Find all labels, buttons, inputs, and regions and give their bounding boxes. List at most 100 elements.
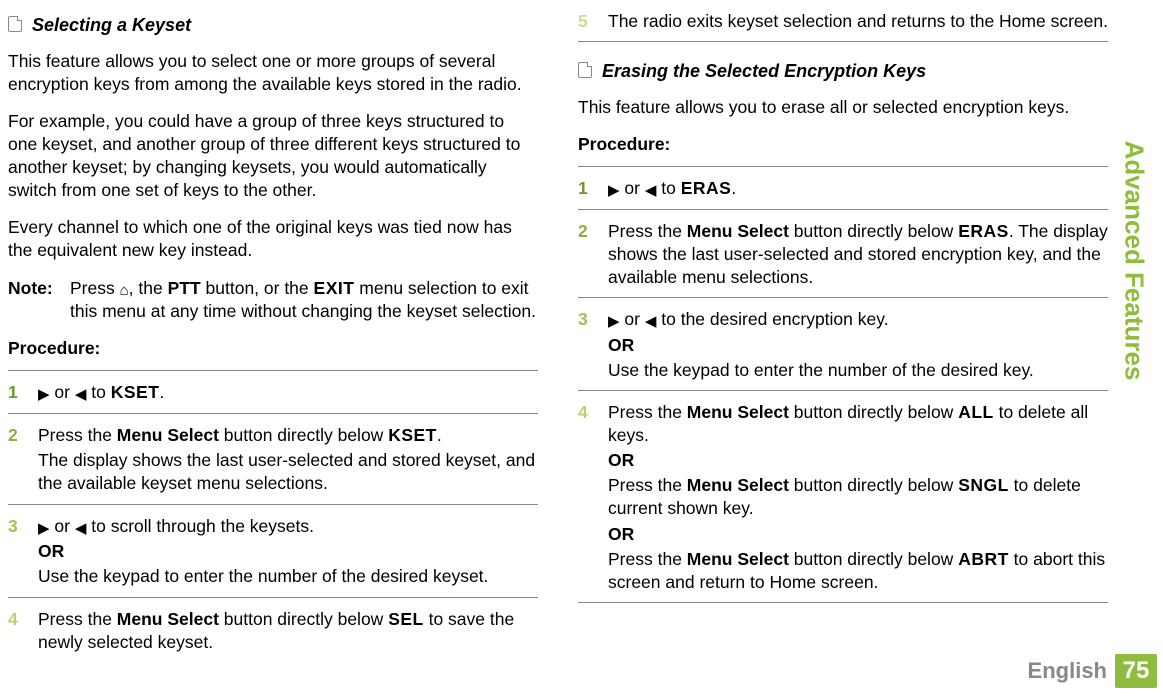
menu-sngl: SNGL [958, 475, 1009, 495]
paragraph: For example, you could have a group of t… [8, 110, 538, 202]
steps-list: 1 ▶ or ◀ to KSET. 2 Press the Menu Selec… [8, 381, 538, 661]
language-label: English [1028, 658, 1107, 684]
step: 2 Press the Menu Select button directly … [8, 424, 538, 504]
procedure-label: Procedure: [578, 133, 1108, 156]
page-content: Selecting a Keyset This feature allows y… [0, 0, 1163, 660]
note-icon [8, 16, 22, 32]
step-number: 2 [578, 220, 608, 289]
step: 3 ▶ or ◀ to scroll through the keysets. … [8, 515, 538, 598]
step: 5 The radio exits keyset selection and r… [578, 10, 1108, 42]
menu-kset: KSET [388, 425, 437, 445]
step-number: 4 [578, 401, 608, 594]
step-body: ▶ or ◀ to scroll through the keysets. OR… [38, 515, 538, 589]
text: button directly below [789, 402, 958, 422]
menu-abrt: ABRT [958, 549, 1009, 569]
divider [8, 370, 538, 371]
text: Press the [608, 402, 687, 422]
step-body: ▶ or ◀ to ERAS. [608, 177, 1108, 201]
text: button directly below [219, 425, 388, 445]
right-arrow-icon: ▶ [608, 312, 620, 332]
text: to the desired encryption key. [656, 309, 888, 329]
steps-list: 1 ▶ or ◀ to ERAS. 2 Press the Menu Selec… [578, 177, 1108, 603]
step-number: 2 [8, 424, 38, 495]
note-label: Note: [8, 277, 70, 324]
or-label: OR [608, 523, 1108, 546]
menu-all: ALL [958, 402, 994, 422]
right-arrow-icon: ▶ [608, 181, 620, 201]
step-number: 3 [578, 308, 608, 382]
step-subline: Use the keypad to enter the number of th… [608, 359, 1108, 382]
page-number: 75 [1115, 654, 1157, 688]
step-subline: Press the Menu Select button directly be… [608, 474, 1108, 520]
text: Press the [608, 221, 687, 241]
left-column: Selecting a Keyset This feature allows y… [8, 10, 538, 650]
or-label: OR [38, 540, 538, 563]
text: , the [129, 278, 168, 298]
left-arrow-icon: ◀ [75, 385, 87, 405]
text: . [159, 382, 164, 402]
text: to [656, 178, 680, 198]
left-arrow-icon: ◀ [645, 181, 657, 201]
step-number: 3 [8, 515, 38, 589]
text: or [620, 309, 645, 329]
text: Press the [608, 549, 687, 569]
step: 4 Press the Menu Select button directly … [8, 608, 538, 662]
right-column: 5 The radio exits keyset selection and r… [578, 10, 1108, 650]
step-body: ▶ or ◀ to KSET. [38, 381, 538, 405]
text: or [50, 516, 75, 536]
section-title-erasing-keys: Erasing the Selected Encryption Keys [578, 60, 1108, 84]
menu-eras: ERAS [681, 178, 732, 198]
menu-exit: EXIT [314, 278, 355, 298]
menu-select-label: Menu Select [687, 221, 789, 241]
menu-select-label: Menu Select [117, 609, 219, 629]
sidebar-title: Advanced Features [1119, 140, 1150, 380]
step: 1 ▶ or ◀ to KSET. [8, 381, 538, 414]
or-label: OR [608, 449, 1108, 472]
text: to [86, 382, 110, 402]
text: button directly below [219, 609, 388, 629]
step: 4 Press the Menu Select button directly … [578, 401, 1108, 603]
text: button directly below [789, 221, 958, 241]
step-body: Press the Menu Select button directly be… [608, 220, 1108, 289]
step-subline: Use the keypad to enter the number of th… [38, 565, 538, 588]
paragraph: Every channel to which one of the origin… [8, 216, 538, 262]
ptt-label: PTT [168, 278, 201, 298]
sidebar: Advanced Features [1119, 80, 1149, 440]
left-arrow-icon: ◀ [645, 312, 657, 332]
title-text: Erasing the Selected Encryption Keys [602, 61, 926, 81]
step-subline: Press the Menu Select button directly be… [608, 548, 1108, 594]
or-label: OR [608, 334, 1108, 357]
left-arrow-icon: ◀ [75, 519, 87, 539]
step-number: 4 [8, 608, 38, 654]
text: button, or the [201, 278, 314, 298]
step-body: Press the Menu Select button directly be… [38, 608, 538, 654]
step-body: The radio exits keyset selection and ret… [608, 10, 1108, 33]
text: button directly below [789, 475, 958, 495]
home-icon: ⌂ [120, 281, 129, 301]
step-number: 5 [578, 10, 608, 33]
menu-select-label: Menu Select [687, 402, 789, 422]
steps-list-continued: 5 The radio exits keyset selection and r… [578, 10, 1108, 42]
text: button directly below [789, 549, 958, 569]
menu-sel: SEL [388, 609, 424, 629]
text: or [50, 382, 75, 402]
step: 2 Press the Menu Select button directly … [578, 220, 1108, 298]
step-subline: The display shows the last user-selected… [38, 449, 538, 495]
paragraph: This feature allows you to erase all or … [578, 96, 1108, 119]
divider [578, 166, 1108, 167]
menu-select-label: Menu Select [687, 475, 789, 495]
text: . [731, 178, 736, 198]
text: to scroll through the keysets. [86, 516, 314, 536]
note-body: Press ⌂, the PTT button, or the EXIT men… [70, 277, 538, 324]
step-number: 1 [8, 381, 38, 405]
procedure-label: Procedure: [8, 337, 538, 360]
paragraph: This feature allows you to select one or… [8, 50, 538, 96]
title-text: Selecting a Keyset [32, 15, 191, 35]
step-body: ▶ or ◀ to the desired encryption key. OR… [608, 308, 1108, 382]
menu-select-label: Menu Select [117, 425, 219, 445]
text: . [437, 425, 442, 445]
section-title-selecting-keyset: Selecting a Keyset [8, 14, 538, 38]
text: Press the [38, 609, 117, 629]
menu-kset: KSET [111, 382, 160, 402]
step-body: Press the Menu Select button directly be… [608, 401, 1108, 594]
